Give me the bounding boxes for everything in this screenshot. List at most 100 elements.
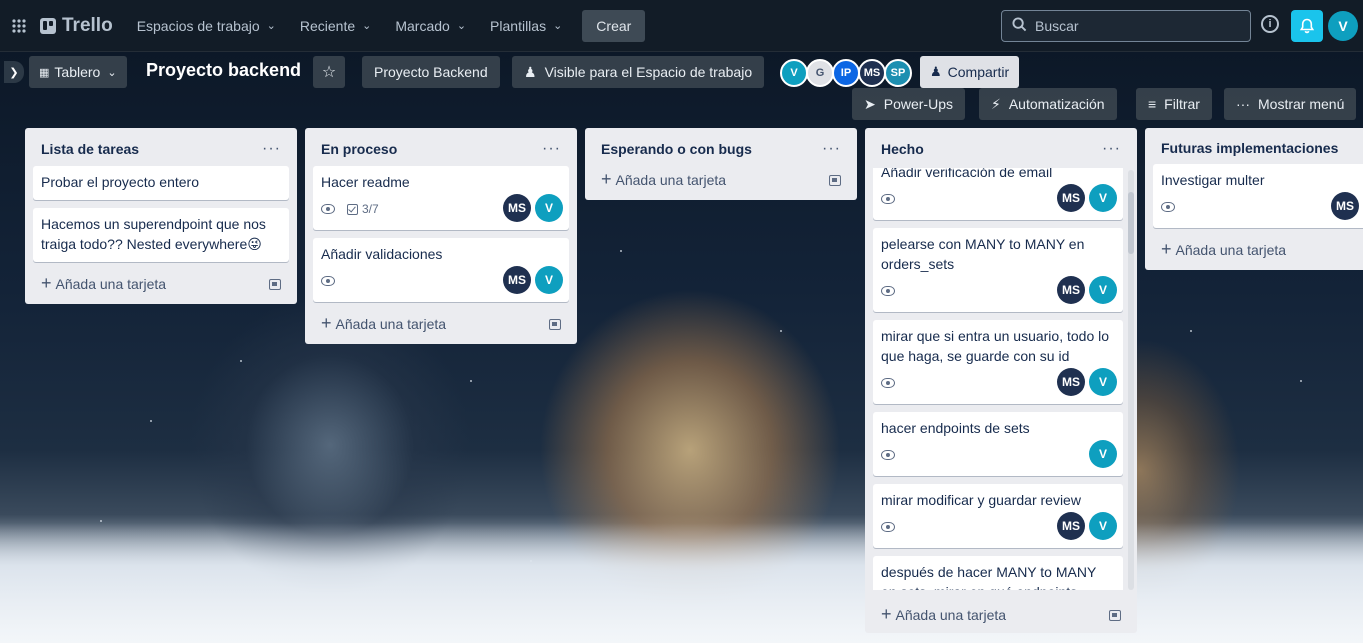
list-title[interactable]: Hecho [881,141,924,157]
rocket-icon: ➤ [864,95,876,112]
list-title[interactable]: Lista de tareas [41,141,139,157]
card-title: Hacemos un superendpoint que nos traiga … [41,216,266,252]
add-card-button[interactable]: + Añada una tarjeta [593,166,849,194]
watch-icon [321,204,335,214]
card-member-avatar[interactable]: V [1089,276,1117,304]
add-card-button[interactable]: + Añada una tarjeta [33,270,289,298]
card-title: mirar que si entra un usuario, todo lo q… [881,328,1110,364]
card-member-avatar[interactable]: V [535,194,563,222]
card-title: pelearse con MANY to MANY en orders_sets [881,236,1085,272]
list-menu-icon[interactable]: ··· [262,140,281,158]
card[interactable]: Añadir validaciones MS V [313,238,569,302]
chevron-down-icon: ⌄ [362,20,372,32]
chevron-down-icon: ⌄ [553,20,563,32]
card-template-icon[interactable] [269,278,281,290]
app-switcher-icon[interactable] [8,15,30,37]
list-menu-icon[interactable]: ··· [1102,140,1121,158]
board-view-switcher[interactable]: ▦ Tablero ⌄ [29,56,127,88]
nav-templates[interactable]: Plantillas ⌄ [480,10,572,42]
nav-starred[interactable]: Marcado ⌄ [385,10,476,42]
member-avatar[interactable]: IP [832,59,860,87]
trello-logo[interactable]: Trello [40,15,113,37]
snowflake [780,330,782,332]
add-card-button[interactable]: + Añada una tarjeta [313,310,569,338]
card-member-avatar[interactable]: V [1089,440,1117,468]
add-card-button[interactable]: + Añada una tarjeta [873,601,1129,629]
card[interactable]: Probar el proyecto entero [33,166,289,200]
search-input[interactable]: Buscar [1001,10,1251,42]
card-member-avatar[interactable]: V [1089,368,1117,396]
snowflake [100,520,102,522]
show-menu-button[interactable]: ··· Mostrar menú [1224,88,1357,120]
member-avatar[interactable]: MS [858,59,886,87]
member-avatar[interactable]: SP [884,59,912,87]
board-title[interactable]: Proyecto backend [146,60,301,81]
sidebar-expand-button[interactable]: ❯ [4,61,24,83]
board-members: V G IP MS SP [780,59,912,87]
card-member-avatar[interactable]: V [1089,184,1117,212]
background-snow [0,523,1363,643]
card[interactable]: pelearse con MANY to MANY en orders_sets… [873,228,1123,312]
star-board-button[interactable]: ☆ [313,56,345,88]
watch-icon [1161,202,1175,212]
card-member-avatar[interactable]: MS [1057,276,1085,304]
add-card-button[interactable]: + Añada una tarjeta [1153,236,1363,264]
card[interactable]: Investigar multer MS [1153,164,1363,228]
filter-button[interactable]: ≡ Filtrar [1136,88,1212,120]
card[interactable]: Añadir verificación de email MS V [873,168,1123,220]
user-avatar[interactable]: V [1328,11,1358,41]
card-member-avatar[interactable]: MS [503,194,531,222]
create-button[interactable]: Crear [582,9,646,42]
card-member-avatar[interactable]: MS [503,266,531,294]
powerups-button[interactable]: ➤ Power-Ups [852,88,965,120]
member-avatar[interactable]: G [806,59,834,87]
list-scrollbar-thumb[interactable] [1128,192,1134,254]
list-title[interactable]: En proceso [321,141,397,157]
card-member-avatar[interactable]: MS [1057,368,1085,396]
card-member-avatar[interactable]: MS [1331,192,1359,220]
list-title[interactable]: Futuras implementaciones [1161,140,1338,156]
watch-icon [881,450,895,460]
watch-icon [881,378,895,388]
list-title[interactable]: Esperando o con bugs [601,141,752,157]
snowflake [1190,330,1192,332]
snowflake [530,560,532,562]
card-title: Investigar multer [1161,172,1265,188]
list-cards-scroll[interactable]: Añadir verificación de email MS V pelear… [873,168,1123,590]
top-navigation: Trello Espacios de trabajo ⌄ Reciente ⌄ Ma… [0,0,1363,52]
card-template-icon[interactable] [1109,609,1121,621]
card[interactable]: después de hacer MANY to MANY en sets, m… [873,556,1123,590]
card-title: después de hacer MANY to MANY en sets, m… [881,564,1097,590]
workspace-button[interactable]: Proyecto Backend [362,56,500,88]
member-avatar[interactable]: V [780,59,808,87]
snowflake [470,380,472,382]
trello-logo-text: Trello [62,14,113,36]
card[interactable]: Hacer readme 3/7 MS V [313,166,569,230]
card[interactable]: mirar que si entra un usuario, todo lo q… [873,320,1123,404]
card[interactable]: mirar modificar y guardar review MS V [873,484,1123,548]
card[interactable]: Hacemos un superendpoint que nos traiga … [33,208,289,262]
card-template-icon[interactable] [829,174,841,186]
card-member-avatar[interactable]: MS [1057,512,1085,540]
chevron-down-icon: ⌄ [107,66,117,79]
card-member-avatar[interactable]: V [1089,512,1117,540]
share-button[interactable]: ♟ Compartir [920,56,1020,88]
watch-icon [321,276,335,286]
info-icon[interactable]: i [1261,15,1279,33]
card-title: Añadir verificación de email [881,168,1053,180]
automation-button[interactable]: ⚡ Automatización [979,88,1117,120]
notifications-bell-icon[interactable] [1291,10,1323,42]
card-member-avatar[interactable]: MS [1057,184,1085,212]
list-menu-icon[interactable]: ··· [542,140,561,158]
visibility-button[interactable]: ♟ Visible para el Espacio de trabajo [512,56,765,88]
card-template-icon[interactable] [549,318,561,330]
snowflake [620,250,622,252]
checklist-badge: 3/7 [347,199,379,219]
list-menu-icon[interactable]: ··· [822,140,841,158]
card-member-avatar[interactable]: V [535,266,563,294]
card[interactable]: hacer endpoints de sets V [873,412,1123,476]
nav-recent[interactable]: Reciente ⌄ [290,10,381,42]
nav-workspaces[interactable]: Espacios de trabajo ⌄ [127,10,286,42]
lightning-icon: ⚡ [991,95,1001,112]
watch-icon [881,522,895,532]
